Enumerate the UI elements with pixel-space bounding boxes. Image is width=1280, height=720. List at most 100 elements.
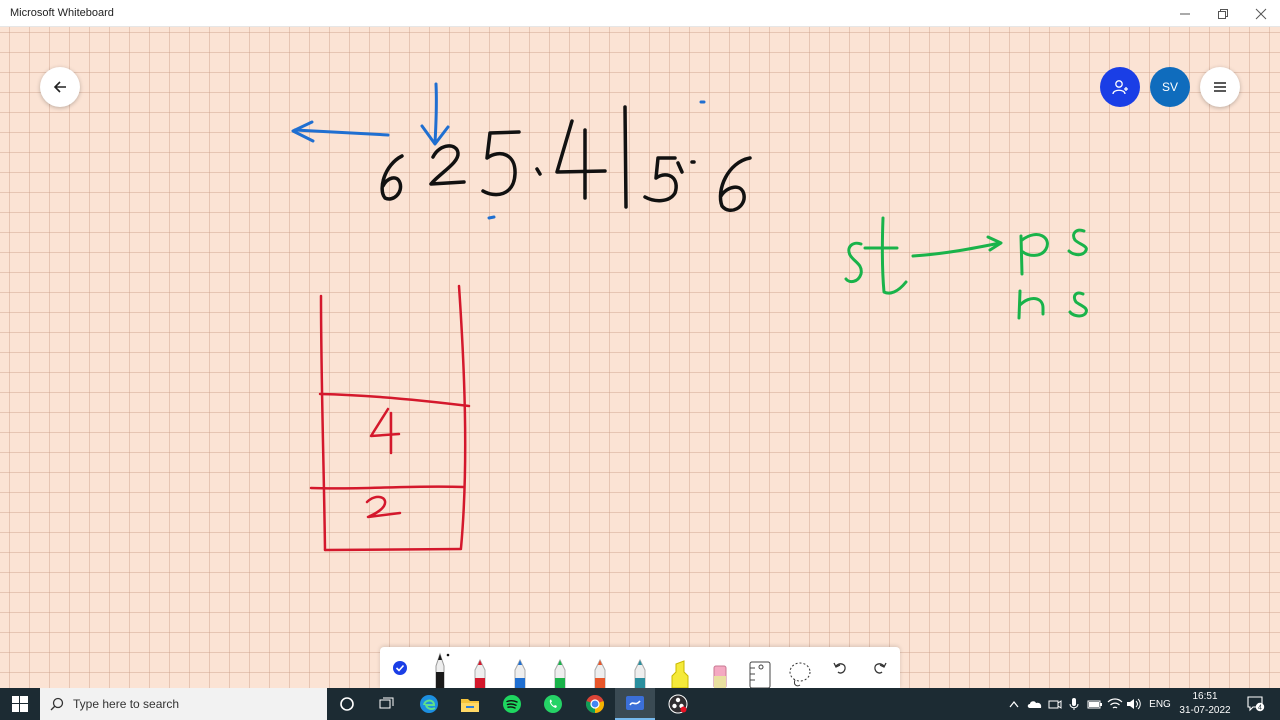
hamburger-icon	[1214, 82, 1226, 92]
start-button[interactable]	[0, 688, 40, 720]
whatsapp-icon	[544, 695, 562, 713]
pen-blue-tool[interactable]	[502, 647, 538, 688]
battery-icon	[1087, 700, 1102, 709]
pen-black-icon	[435, 652, 450, 688]
obs-icon	[668, 694, 688, 714]
digit-4	[555, 119, 607, 174]
letter-s-top	[1067, 228, 1088, 257]
pen-toolbar	[380, 647, 900, 688]
pen-teal-tool[interactable]	[622, 647, 658, 688]
digit-5-a	[481, 130, 521, 197]
notification-icon: 4	[1247, 696, 1265, 712]
menu-button[interactable]	[1200, 67, 1240, 107]
ink-layer	[291, 82, 1088, 552]
down-arrow-stroke	[433, 82, 438, 145]
digit-5-b	[643, 156, 678, 203]
wifi-icon	[1107, 698, 1123, 709]
undo-icon	[833, 662, 846, 674]
pen-orange-icon	[594, 658, 606, 688]
left-arrow-stroke	[293, 128, 390, 137]
folder-icon	[461, 699, 479, 712]
stack-divider-top	[318, 392, 471, 408]
microphone-icon	[1069, 698, 1079, 710]
pen-orange-tool[interactable]	[582, 647, 618, 688]
stack-right-wall	[457, 284, 467, 550]
ink-to-shape-button[interactable]	[382, 647, 418, 688]
back-button[interactable]	[40, 67, 80, 107]
digit-6-b	[718, 156, 752, 212]
close-icon	[1255, 8, 1267, 19]
ruler-icon	[749, 661, 771, 688]
taskbar-app-whiteboard[interactable]	[615, 688, 655, 720]
pen-blue-icon	[514, 658, 526, 688]
windows-taskbar: Type here to search ENG 16:51 31-07-2022…	[0, 688, 1280, 720]
digit-2	[429, 144, 466, 186]
window-title: Microsoft Whiteboard	[10, 7, 114, 19]
digit-6-a	[380, 154, 404, 201]
taskbar-app-edge[interactable]	[409, 688, 449, 720]
language-text: ENG	[1149, 698, 1171, 710]
onedrive-tray[interactable]	[1026, 688, 1044, 720]
eraser-tool[interactable]	[702, 647, 738, 688]
stack-digit-2	[365, 495, 402, 519]
restore-icon	[1218, 8, 1228, 19]
red-stack-drawing	[309, 284, 471, 552]
taskbar-app-obs[interactable]	[658, 688, 698, 720]
lasso-select-tool[interactable]	[782, 647, 818, 688]
highlighter-tool[interactable]	[662, 647, 698, 688]
microphone-tray[interactable]	[1066, 688, 1082, 720]
divider-line	[623, 105, 628, 209]
close-button[interactable]	[1238, 0, 1280, 27]
title-bar: Microsoft Whiteboard	[0, 0, 1280, 27]
whiteboard-canvas[interactable]: SV	[0, 27, 1280, 688]
pen-black-tool[interactable]	[422, 647, 458, 688]
check-circle-icon	[393, 660, 407, 675]
letter-t	[880, 216, 908, 295]
letter-p	[1019, 234, 1024, 276]
back-arrow-icon	[53, 81, 66, 93]
taskbar-app-whatsapp[interactable]	[533, 688, 573, 720]
taskbar-search-box[interactable]: Type here to search	[40, 688, 327, 720]
pen-red-tool[interactable]	[462, 647, 498, 688]
taskbar-clock[interactable]: 16:51 31-07-2022	[1170, 690, 1240, 718]
undo-button[interactable]	[822, 647, 858, 688]
green-ink-notes	[844, 216, 1088, 320]
lasso-icon	[789, 662, 811, 687]
show-hidden-icons[interactable]	[1006, 688, 1022, 720]
pen-green-tool[interactable]	[542, 647, 578, 688]
letter-s	[844, 241, 863, 284]
eraser-icon	[713, 665, 727, 688]
redo-icon	[874, 662, 887, 674]
spotify-icon	[503, 695, 521, 713]
edge-icon	[420, 695, 438, 713]
chrome-icon	[585, 695, 605, 713]
taskbar-app-file-explorer[interactable]	[450, 688, 490, 720]
taskbar-app-spotify[interactable]	[492, 688, 532, 720]
whiteboard-icon	[626, 696, 644, 710]
volume-tray[interactable]	[1125, 688, 1143, 720]
ruler-tool[interactable]	[742, 647, 778, 688]
minimize-icon	[1180, 13, 1190, 14]
task-view-button[interactable]	[367, 688, 407, 720]
search-placeholder: Type here to search	[73, 697, 180, 711]
redo-button[interactable]	[862, 647, 898, 688]
clock-time: 16:51	[1192, 691, 1218, 702]
notification-center-button[interactable]: 4	[1240, 688, 1272, 720]
cortana-button[interactable]	[327, 688, 367, 720]
add-person-icon	[1112, 80, 1128, 95]
letter-s-bottom	[1068, 291, 1088, 318]
pen-teal-icon	[634, 658, 646, 688]
share-button[interactable]	[1100, 67, 1140, 107]
blue-ink-strokes	[291, 82, 706, 220]
stack-divider-middle	[309, 485, 466, 490]
windows-logo-icon	[12, 696, 28, 712]
network-tray[interactable]	[1106, 688, 1124, 720]
highlighter-icon	[671, 660, 689, 688]
search-icon	[50, 697, 64, 711]
meet-now-tray[interactable]	[1046, 688, 1064, 720]
battery-tray[interactable]	[1086, 688, 1104, 720]
cloud-icon	[1027, 701, 1042, 708]
task-view-icon	[379, 697, 394, 709]
user-avatar-button[interactable]: SV	[1150, 67, 1190, 107]
taskbar-app-chrome[interactable]	[575, 688, 615, 720]
